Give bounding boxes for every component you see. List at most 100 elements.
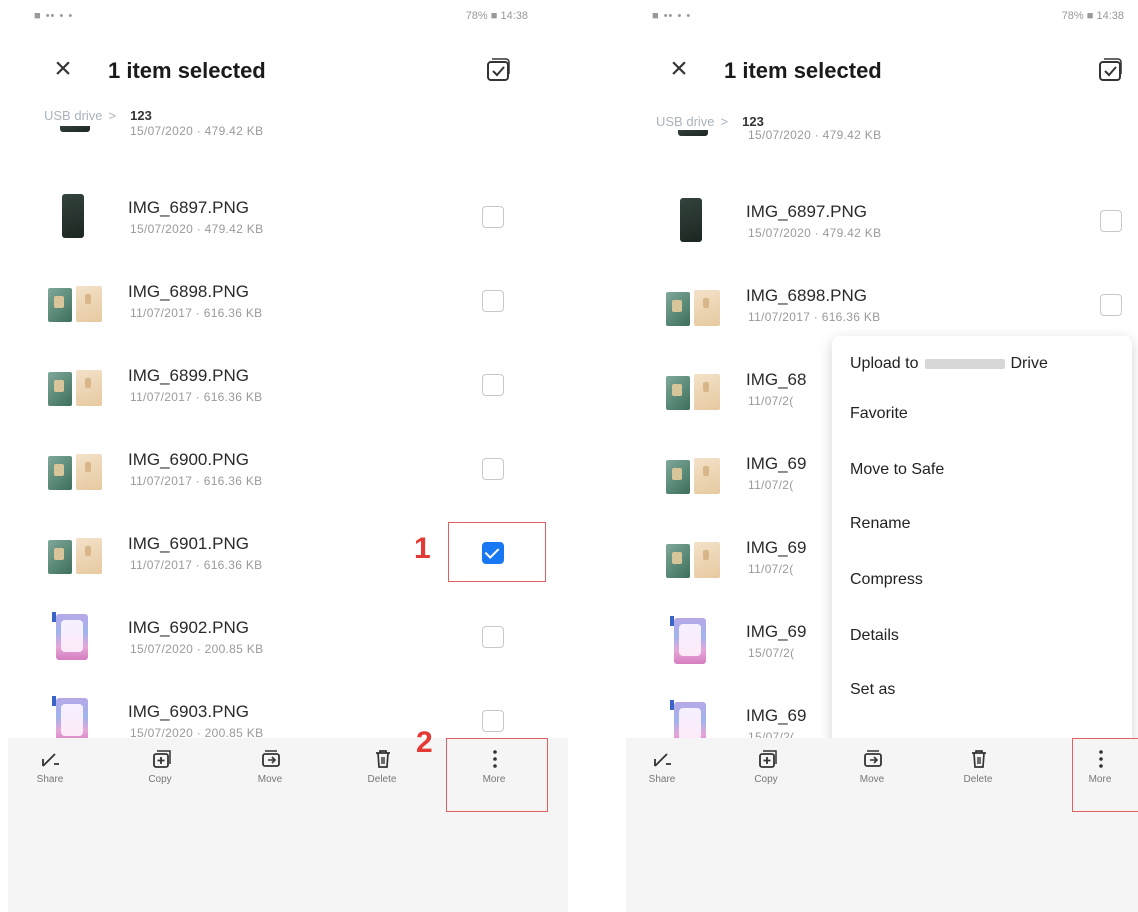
breadcrumb-current: 123 bbox=[742, 114, 764, 129]
list-item[interactable]: IMG_6897.PNG 15/07/2020 · 479.42 KB bbox=[600, 178, 1138, 262]
move-label: Move bbox=[859, 774, 885, 785]
file-meta: 11/07/2017 · 616.36 KB bbox=[130, 474, 263, 488]
list-item[interactable]: IMG_6899.PNG 11/07/2017 · 616.36 KB bbox=[0, 342, 568, 426]
file-name: IMG_69 bbox=[746, 706, 807, 725]
select-all-icon[interactable] bbox=[484, 56, 512, 84]
file-meta: 11/07/2( bbox=[748, 394, 794, 408]
status-battery-time: 78% ■ 14:38 bbox=[1061, 10, 1124, 22]
image-thumbnail bbox=[664, 130, 726, 148]
item-checkbox[interactable] bbox=[482, 374, 504, 396]
file-meta: 11/07/2017 · 616.36 KB bbox=[130, 558, 263, 572]
menu-item-set-as[interactable]: Set as bbox=[832, 662, 1132, 718]
file-name: IMG_69 bbox=[746, 622, 807, 641]
breadcrumb-separator: > bbox=[108, 108, 117, 123]
file-meta: 11/07/2( bbox=[748, 478, 794, 492]
file-name: IMG_6903.PNG bbox=[128, 702, 249, 721]
menu-item-upload-drive[interactable]: Upload to Drive bbox=[832, 336, 1132, 392]
menu-item-move-to-safe[interactable]: Move to Safe bbox=[832, 442, 1132, 498]
item-checkbox[interactable] bbox=[1100, 210, 1122, 232]
file-list: 15/07/2020 · 479.42 KB IMG_6897.PNG 15/0… bbox=[0, 126, 568, 738]
file-meta: 15/07/2( bbox=[748, 730, 795, 738]
move-button[interactable]: Move bbox=[836, 742, 908, 806]
file-meta: 15/07/2( bbox=[748, 646, 795, 660]
breadcrumb-separator: > bbox=[720, 114, 729, 129]
share-icon bbox=[42, 753, 59, 767]
image-thumbnail bbox=[664, 616, 726, 666]
item-checkbox[interactable] bbox=[482, 290, 504, 312]
selection-header: × 1 item selected bbox=[0, 44, 568, 94]
share-button[interactable]: Share bbox=[626, 742, 698, 806]
item-checkbox[interactable] bbox=[482, 626, 504, 648]
copy-button[interactable]: Copy bbox=[730, 742, 802, 806]
file-meta: 15/07/2020 · 479.42 KB bbox=[130, 126, 264, 138]
image-thumbnail bbox=[664, 198, 726, 246]
status-battery-time: 78% ■ 14:38 bbox=[465, 10, 528, 22]
file-name: IMG_68 bbox=[746, 370, 807, 389]
copy-icon bbox=[759, 750, 777, 768]
file-meta: 15/07/2020 · 200.85 KB bbox=[130, 726, 264, 738]
list-item-partial[interactable]: 15/07/2020 · 479.42 KB bbox=[600, 130, 1138, 164]
delete-button[interactable]: Delete bbox=[942, 742, 1014, 806]
item-checkbox[interactable] bbox=[482, 206, 504, 228]
annotation-box-step2 bbox=[446, 738, 548, 812]
list-item[interactable]: IMG_6898.PNG 11/07/2017 · 616.36 KB bbox=[600, 262, 1138, 346]
file-meta: 11/07/2017 · 616.36 KB bbox=[748, 310, 881, 324]
file-name: IMG_6897.PNG bbox=[746, 202, 867, 221]
copy-button[interactable]: Copy bbox=[124, 742, 196, 806]
menu-item-rename[interactable]: Rename bbox=[832, 496, 1132, 552]
file-meta: 15/07/2020 · 200.85 KB bbox=[130, 642, 264, 656]
delete-icon bbox=[376, 750, 390, 768]
bottom-toolbar: Share Copy Move Delete More bbox=[626, 738, 1138, 912]
file-name: IMG_6901.PNG bbox=[128, 534, 249, 553]
item-checkbox[interactable] bbox=[482, 710, 504, 732]
item-checkbox[interactable] bbox=[482, 458, 504, 480]
menu-item-compress[interactable]: Compress bbox=[832, 552, 1132, 608]
list-item-partial[interactable]: 15/07/2020 · 479.42 KB bbox=[0, 126, 568, 160]
status-bar: ■ •• • • 78% ■ 14:38 bbox=[0, 8, 568, 26]
page-title: 1 item selected bbox=[108, 58, 266, 83]
file-name: IMG_6897.PNG bbox=[128, 198, 249, 217]
image-thumbnail bbox=[46, 530, 108, 578]
image-thumbnail bbox=[664, 534, 726, 582]
share-icon bbox=[654, 753, 671, 767]
move-label: Move bbox=[257, 774, 283, 785]
close-icon[interactable]: × bbox=[662, 52, 696, 86]
share-label: Share bbox=[648, 774, 676, 785]
image-thumbnail bbox=[46, 278, 108, 326]
file-name: IMG_6899.PNG bbox=[128, 366, 249, 385]
delete-button[interactable]: Delete bbox=[346, 742, 418, 806]
file-name: IMG_6902.PNG bbox=[128, 618, 249, 637]
delete-icon bbox=[972, 750, 986, 768]
list-item[interactable]: IMG_6900.PNG 11/07/2017 · 616.36 KB bbox=[0, 426, 568, 510]
image-thumbnail bbox=[46, 362, 108, 410]
selection-header: × 1 item selected bbox=[600, 44, 1138, 94]
select-all-icon[interactable] bbox=[1096, 56, 1124, 84]
image-thumbnail bbox=[46, 194, 108, 242]
file-name: IMG_6898.PNG bbox=[128, 282, 249, 301]
list-item[interactable]: IMG_6898.PNG 11/07/2017 · 616.36 KB bbox=[0, 258, 568, 342]
status-bar: ■ •• • • 78% ■ 14:38 bbox=[600, 8, 1138, 26]
menu-item-favorite[interactable]: Favorite bbox=[832, 386, 1132, 442]
share-button[interactable]: Share bbox=[14, 742, 86, 806]
breadcrumb: USB drive >123 bbox=[656, 114, 764, 129]
delete-label: Delete bbox=[367, 774, 397, 785]
list-item[interactable]: IMG_6903.PNG 15/07/2020 · 200.85 KB bbox=[0, 678, 568, 738]
status-icons: ■ •• • • bbox=[652, 10, 692, 22]
file-meta: 15/07/2020 · 479.42 KB bbox=[748, 226, 882, 240]
file-name: IMG_69 bbox=[746, 538, 807, 557]
list-item[interactable]: IMG_6902.PNG 15/07/2020 · 200.85 KB bbox=[0, 594, 568, 678]
file-meta: 11/07/2( bbox=[748, 562, 794, 576]
close-icon[interactable]: × bbox=[46, 52, 80, 86]
annotation-number-1: 1 bbox=[414, 532, 431, 565]
breadcrumb-root[interactable]: USB drive bbox=[656, 114, 715, 129]
file-meta: 11/07/2017 · 616.36 KB bbox=[130, 390, 263, 404]
annotation-box-step1 bbox=[448, 522, 546, 582]
list-item[interactable]: IMG_6897.PNG 15/07/2020 · 479.42 KB bbox=[0, 174, 568, 258]
item-checkbox[interactable] bbox=[1100, 294, 1122, 316]
annotation-box-more bbox=[1072, 738, 1138, 812]
file-meta: 15/07/2020 · 479.42 KB bbox=[130, 222, 264, 236]
delete-label: Delete bbox=[963, 774, 993, 785]
menu-item-details[interactable]: Details bbox=[832, 608, 1132, 664]
move-button[interactable]: Move bbox=[234, 742, 306, 806]
breadcrumb-root[interactable]: USB drive bbox=[44, 108, 103, 123]
